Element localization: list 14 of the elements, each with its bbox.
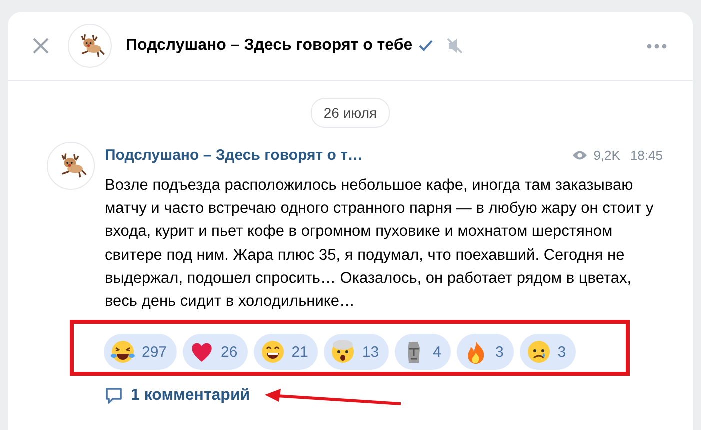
reaction-button[interactable]: 3: [520, 334, 576, 370]
community-title: Подслушано – Здесь говорят о тебе: [126, 37, 413, 55]
reaction-button[interactable]: 13: [324, 334, 390, 370]
reaction-button[interactable]: 21: [254, 334, 318, 370]
reaction-button[interactable]: 3: [457, 334, 514, 370]
reaction-button[interactable]: 297: [104, 334, 178, 370]
post-text: Возле подъезда расположилось небольшое кафе, иногда там заказываю матчу и часто встречаю одного странного парня — в любую жару он стоит у входа, курит и пьет кофе в огромном пуховике и мохнатом шерстяном свитере под ним. Жара плюс 35, я подумал, что поехавший. Сегодня не выдержал, подошел спросить… Оказалось, он работает рядом в цветах, весь день сидит в холодильнике…: [105, 176, 655, 312]
reaction-button[interactable]: 4: [395, 334, 452, 370]
date-separator: 26 июля: [310, 98, 390, 128]
view-count: 9,2K: [594, 148, 620, 162]
post-time: 18:45: [630, 148, 663, 162]
reaction-button[interactable]: 26: [183, 334, 248, 370]
comments-link[interactable]: 1 комментарий: [105, 387, 250, 406]
author-link[interactable]: Подслушано – Здесь говорят о т…: [105, 146, 363, 164]
